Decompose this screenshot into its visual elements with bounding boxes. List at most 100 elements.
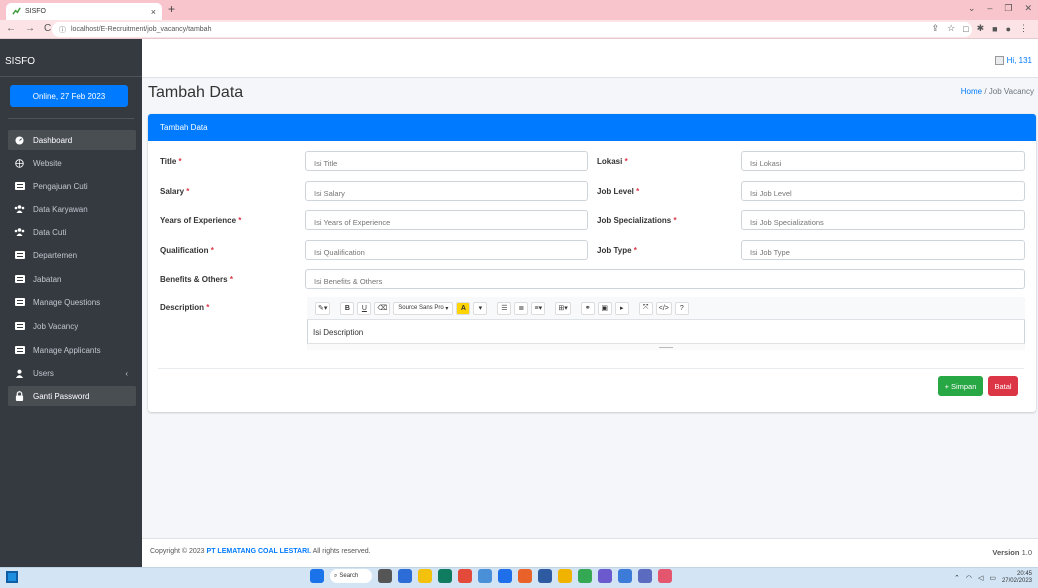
chevron-left-icon[interactable]: ‹	[125, 369, 128, 378]
clock[interactable]: 20:45 27/02/2023	[1002, 571, 1032, 585]
sidebar-item-data-cuti[interactable]: Data Cuti	[8, 222, 136, 242]
editor-resize-handle[interactable]	[307, 343, 1025, 350]
picture-icon[interactable]: ▣	[597, 301, 612, 315]
job-specializations-input[interactable]	[741, 210, 1025, 230]
user-avatar-broken-image	[994, 56, 1004, 65]
extension-icon[interactable]: □	[963, 24, 968, 34]
tab-search-icon[interactable]: ⌄	[968, 3, 976, 14]
user-menu[interactable]: Hi, 131	[994, 56, 1032, 65]
qualification-input[interactable]	[305, 240, 588, 260]
edge-icon[interactable]	[398, 569, 412, 583]
volume-icon[interactable]: ◁	[978, 574, 983, 582]
link-icon[interactable]: ⚭	[580, 301, 595, 315]
description-placeholder[interactable]: Isi Description	[313, 328, 363, 337]
restore-icon[interactable]: ❐	[1004, 3, 1012, 14]
new-tab-button[interactable]: +	[168, 2, 175, 16]
widgets-icon[interactable]	[6, 571, 18, 583]
sidebar-item-job-vacancy[interactable]: Job Vacancy	[8, 316, 136, 336]
magic-wand-icon[interactable]: ✎▾	[315, 301, 331, 315]
browser-tab[interactable]: SISFO ×	[6, 3, 162, 20]
app-icon[interactable]	[558, 569, 572, 583]
info-icon[interactable]: ⓘ	[59, 25, 66, 35]
sidebar-item-ganti-password[interactable]: Ganti Password	[8, 386, 136, 406]
company-link[interactable]: PT LEMATANG COAL LESTARI.	[207, 548, 311, 555]
years-experience-label: Years of Experience *	[160, 216, 242, 225]
app-icon[interactable]	[438, 569, 452, 583]
sidebar-item-website[interactable]: Website	[8, 153, 136, 173]
paragraph-align-icon[interactable]: ≡▾	[531, 301, 546, 315]
app-icon[interactable]	[538, 569, 552, 583]
save-button[interactable]: + Simpan	[938, 376, 983, 396]
code-view-icon[interactable]: </>	[655, 301, 672, 315]
underline-button[interactable]: U	[357, 301, 372, 315]
file-explorer-icon[interactable]	[418, 569, 432, 583]
app-icon[interactable]	[618, 569, 632, 583]
chrome-icon[interactable]	[578, 569, 592, 583]
app-icon[interactable]	[658, 569, 672, 583]
table-icon[interactable]: ⊞▾	[555, 301, 571, 315]
battery-icon[interactable]: ▭	[989, 574, 996, 582]
menu-icon[interactable]: ⋮	[1019, 23, 1028, 34]
sidebar-item-jabatan[interactable]: Jabatan	[8, 269, 136, 289]
online-status-button[interactable]: Online, 27 Feb 2023	[10, 85, 128, 107]
breadcrumb-home-link[interactable]: Home	[961, 87, 982, 96]
years-experience-input[interactable]	[305, 210, 588, 230]
puzzle-icon[interactable]: ✱	[977, 23, 985, 34]
lokasi-input[interactable]	[741, 151, 1025, 171]
sidebar-item-manage-questions[interactable]: Manage Questions	[8, 292, 136, 312]
reload-icon[interactable]: C	[44, 23, 51, 34]
profile-avatar[interactable]: ●	[1006, 24, 1011, 34]
help-icon[interactable]: ?	[674, 301, 689, 315]
sidebar-divider	[8, 118, 134, 119]
share-icon[interactable]: ⇪	[932, 23, 940, 34]
back-icon[interactable]: ←	[6, 23, 16, 34]
sidebar-item-pengajuan-cuti[interactable]: Pengajuan Cuti	[8, 176, 136, 196]
job-level-input[interactable]	[741, 181, 1025, 201]
forward-icon[interactable]: →	[25, 23, 35, 34]
fullscreen-icon[interactable]: ⤧	[638, 301, 653, 315]
sidepanel-icon[interactable]: ■	[992, 24, 997, 34]
benefits-input[interactable]	[305, 269, 1025, 289]
unordered-list-icon[interactable]: ☰	[497, 301, 512, 315]
font-family-select[interactable]: Source Sans Pro ▾	[393, 301, 454, 315]
list-icon	[14, 322, 25, 331]
brand-logo[interactable]: SISFO	[0, 39, 142, 77]
app-icon[interactable]	[458, 569, 472, 583]
plus-icon: +	[944, 381, 949, 391]
sidebar-item-data-karyawan[interactable]: Data Karyawan	[8, 199, 136, 219]
tab-close-icon[interactable]: ×	[151, 7, 156, 17]
app-icon[interactable]	[478, 569, 492, 583]
minimize-icon[interactable]: –	[987, 3, 992, 14]
bookmark-star-icon[interactable]: ☆	[947, 23, 955, 34]
app-icon[interactable]	[598, 569, 612, 583]
url-input[interactable]: ⓘ localhost/E-Recruitment/job_vacancy/ta…	[52, 22, 972, 37]
cancel-button[interactable]: Batal	[988, 376, 1018, 396]
job-type-input[interactable]	[741, 240, 1025, 260]
ordered-list-icon[interactable]: ≣	[514, 301, 529, 315]
app-icon[interactable]	[518, 569, 532, 583]
sidebar-item-users[interactable]: Users ‹	[8, 363, 136, 383]
sidebar-item-dashboard[interactable]: Dashboard	[8, 130, 136, 150]
teams-icon[interactable]	[638, 569, 652, 583]
sidebar-item-manage-applicants[interactable]: Manage Applicants	[8, 340, 136, 360]
breadcrumb-separator: /	[984, 87, 987, 96]
eraser-icon[interactable]: ⌫	[374, 301, 391, 315]
video-icon[interactable]: ▸	[614, 301, 629, 315]
salary-input[interactable]	[305, 181, 588, 201]
taskbar-search[interactable]: ⌕ Search	[330, 569, 372, 583]
breadcrumb-current: Job Vacancy	[988, 87, 1034, 96]
bold-button[interactable]: B	[340, 301, 355, 315]
start-icon[interactable]	[310, 569, 324, 583]
sidebar-item-departemen[interactable]: Departemen	[8, 245, 136, 265]
globe-icon	[14, 158, 25, 168]
close-window-icon[interactable]: ✕	[1024, 3, 1032, 14]
task-view-icon[interactable]	[378, 569, 392, 583]
browser-actions: ⇪ ☆ □ ✱ ■ ● ⋮	[932, 23, 1028, 34]
text-color-button[interactable]: A	[456, 301, 471, 315]
chevron-up-icon[interactable]: ⌃	[954, 574, 960, 582]
vscode-icon[interactable]	[498, 569, 512, 583]
title-input[interactable]	[305, 151, 588, 171]
color-dropdown-icon[interactable]: ▾	[473, 301, 488, 315]
wifi-icon[interactable]: ◠	[966, 574, 972, 582]
sidebar-item-label: Manage Questions	[33, 297, 101, 307]
